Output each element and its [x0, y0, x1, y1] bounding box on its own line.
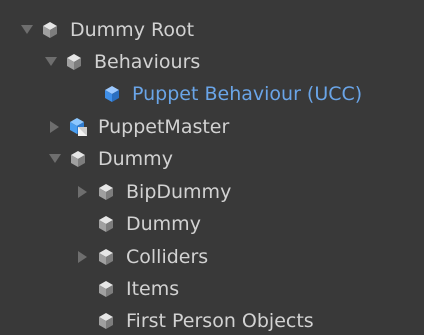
gameobject-cube-icon — [96, 214, 116, 234]
gameobject-cube-icon — [96, 182, 116, 202]
prefab-cube-icon — [68, 117, 88, 137]
tree-row-label: Dummy — [98, 147, 173, 170]
no-expander — [82, 87, 96, 101]
tree-row-label: Colliders — [126, 245, 209, 268]
gameobject-cube-icon — [64, 52, 84, 72]
gameobject-cube-icon — [68, 149, 88, 169]
tree-row-puppet-behaviour[interactable]: Puppet Behaviour (UCC) — [0, 78, 424, 110]
no-expander — [76, 217, 90, 231]
tree-row-bipdummy[interactable]: BipDummy — [0, 176, 424, 208]
no-expander — [76, 314, 90, 328]
tree-row-label: Dummy Root — [70, 18, 195, 41]
tree-row-dummy-root[interactable]: Dummy Root — [0, 14, 424, 46]
tree-row-dummy-mesh[interactable]: Dummy — [0, 208, 424, 240]
gameobject-cube-icon — [96, 279, 116, 299]
gameobject-cube-icon — [96, 247, 116, 267]
tree-row-label: BipDummy — [126, 180, 232, 203]
gameobject-cube-icon — [102, 84, 122, 104]
tree-row-behaviours[interactable]: Behaviours — [0, 46, 424, 78]
tree-row-dummy[interactable]: Dummy — [0, 143, 424, 175]
gameobject-cube-icon — [40, 20, 60, 40]
tree-row-label: First Person Objects — [126, 309, 314, 332]
no-expander — [76, 282, 90, 296]
tree-row-label: Puppet Behaviour (UCC) — [132, 82, 363, 105]
collapsed-arrow-icon[interactable] — [76, 250, 90, 264]
tree-row-colliders[interactable]: Colliders — [0, 241, 424, 273]
tree-row-label: PuppetMaster — [98, 115, 230, 138]
tree-row-label: Behaviours — [94, 50, 201, 73]
tree-row-first-person-objects[interactable]: First Person Objects — [0, 305, 424, 335]
tree-row-items[interactable]: Items — [0, 273, 424, 305]
tree-row-label: Dummy — [126, 212, 201, 235]
expanded-arrow-icon[interactable] — [20, 23, 34, 37]
hierarchy-panel: Dummy Root Behaviours Puppet Behaviour (… — [0, 0, 424, 335]
tree-row-puppetmaster[interactable]: PuppetMaster — [0, 111, 424, 143]
collapsed-arrow-icon[interactable] — [76, 185, 90, 199]
collapsed-arrow-icon[interactable] — [48, 120, 62, 134]
expanded-arrow-icon[interactable] — [48, 152, 62, 166]
expanded-arrow-icon[interactable] — [44, 55, 58, 69]
tree-row-label: Items — [126, 277, 180, 300]
gameobject-cube-icon — [96, 311, 116, 331]
